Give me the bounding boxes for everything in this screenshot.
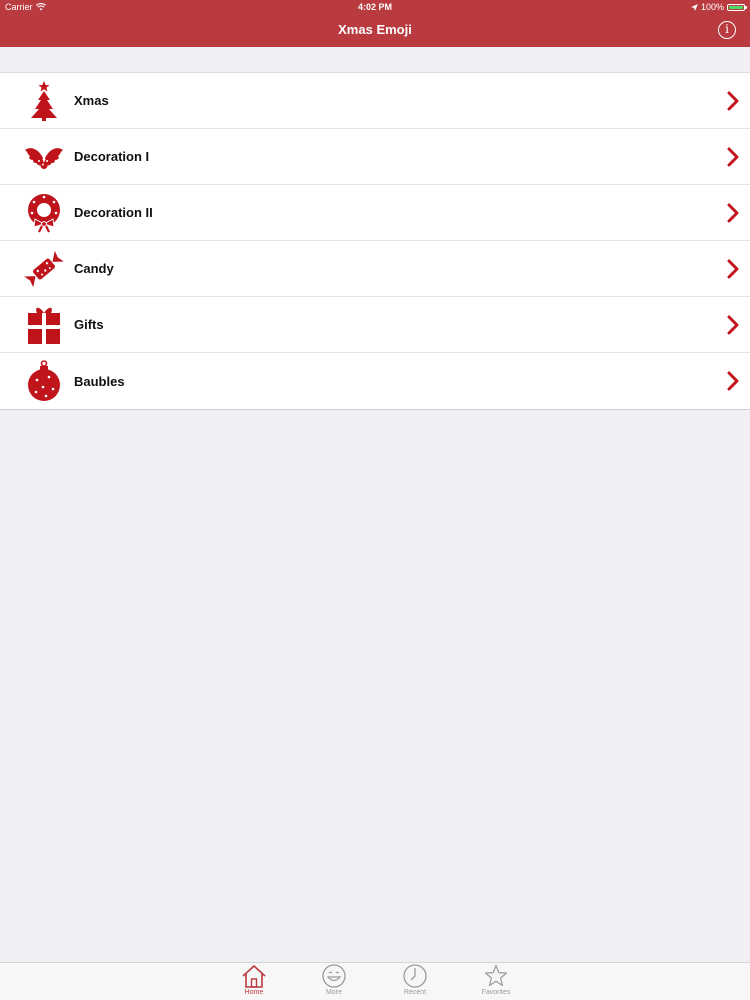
chevron-right-icon bbox=[727, 203, 739, 223]
tab-label: Recent bbox=[403, 989, 427, 996]
tab-recent[interactable]: Recent bbox=[385, 964, 445, 1000]
category-row-decoration-ii[interactable]: Decoration II bbox=[0, 185, 750, 241]
tab-label: Favorites bbox=[481, 989, 511, 996]
tab-home[interactable]: Home bbox=[224, 964, 284, 1000]
candy-icon bbox=[22, 247, 66, 291]
category-row-baubles[interactable]: Baubles bbox=[0, 353, 750, 409]
smiley-icon bbox=[322, 964, 346, 988]
wreath-icon bbox=[22, 191, 66, 235]
category-row-candy[interactable]: Candy bbox=[0, 241, 750, 297]
category-label: Candy bbox=[74, 261, 114, 276]
tab-favorites[interactable]: Favorites bbox=[466, 964, 526, 1000]
category-label: Decoration I bbox=[74, 149, 150, 164]
chevron-right-icon bbox=[727, 315, 739, 335]
gift-icon bbox=[22, 303, 66, 347]
category-row-xmas[interactable]: Xmas bbox=[0, 73, 750, 129]
category-list: Xmas Decoration I Decoration II Candy Gi… bbox=[0, 72, 750, 410]
chevron-right-icon bbox=[727, 259, 739, 279]
holly-icon bbox=[22, 135, 66, 179]
home-icon bbox=[242, 965, 266, 988]
top-bar: Carrier 4:02 PM 100% Xmas Emoji i bbox=[0, 0, 750, 47]
info-icon: i bbox=[725, 22, 729, 36]
tab-label: Home bbox=[244, 989, 264, 996]
category-row-decoration-i[interactable]: Decoration I bbox=[0, 129, 750, 185]
category-label: Xmas bbox=[74, 93, 109, 108]
battery-percent: 100% bbox=[700, 2, 724, 12]
category-label: Baubles bbox=[74, 373, 125, 389]
battery-icon bbox=[727, 3, 747, 11]
clock-icon bbox=[403, 964, 427, 988]
christmas-tree-icon bbox=[22, 79, 66, 123]
category-label: Decoration II bbox=[74, 205, 153, 220]
bauble-icon bbox=[22, 359, 66, 403]
status-time: 4:02 PM bbox=[357, 2, 392, 12]
location-arrow-icon bbox=[690, 3, 698, 11]
tab-more[interactable]: More bbox=[304, 964, 364, 1000]
status-right: 100% bbox=[690, 2, 747, 12]
chevron-right-icon bbox=[727, 91, 739, 111]
tab-label: More bbox=[326, 989, 342, 996]
tab-bar: Home More Recent Favorites bbox=[0, 962, 750, 1000]
info-button[interactable]: i bbox=[718, 21, 736, 39]
category-row-gifts[interactable]: Gifts bbox=[0, 297, 750, 353]
category-label: Gifts bbox=[74, 317, 104, 332]
chevron-right-icon bbox=[727, 147, 739, 167]
star-icon bbox=[484, 964, 508, 987]
chevron-right-icon bbox=[727, 371, 739, 391]
page-title: Xmas Emoji bbox=[338, 22, 412, 37]
status-bar: Carrier 4:02 PM 100% bbox=[0, 0, 750, 15]
